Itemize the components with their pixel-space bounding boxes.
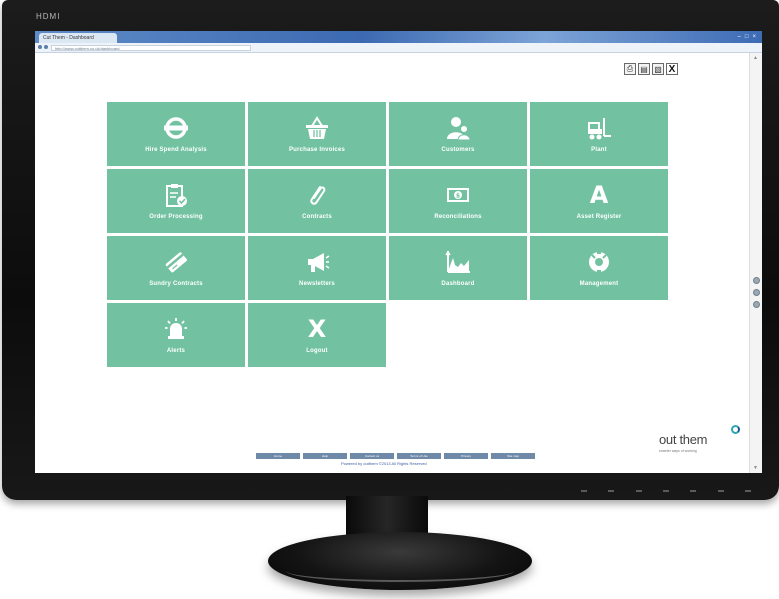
logo-tagline: smarter ways of working <box>659 449 697 453</box>
letter-a-icon: A <box>589 181 609 209</box>
svg-text:$: $ <box>456 193 460 200</box>
tile-order-processing[interactable]: Order Processing <box>107 169 245 233</box>
tile-alerts[interactable]: Alerts <box>107 303 245 367</box>
tile-newsletters[interactable]: Newsletters <box>248 236 386 300</box>
tile-reconciliations[interactable]: $ Reconciliations <box>389 169 527 233</box>
vertical-scrollbar[interactable]: ▲ ▼ <box>749 53 762 473</box>
tile-contracts[interactable]: Contracts <box>248 169 386 233</box>
footer-privacy-button[interactable]: Privacy <box>444 453 488 459</box>
monitor-button <box>717 490 724 492</box>
transport-roundel-icon <box>164 117 188 139</box>
paperclip-icon <box>310 186 326 205</box>
tile-label: Dashboard <box>441 281 475 287</box>
minimize-button[interactable]: – <box>738 33 741 41</box>
tile-dashboard[interactable]: Dashboard <box>389 236 527 300</box>
footer-contact-button[interactable]: Contact us <box>350 453 394 459</box>
monitor-stand-rim <box>286 560 514 582</box>
card-icon <box>165 252 187 273</box>
image-icon[interactable]: ▧ <box>652 63 664 75</box>
monitor-button <box>690 490 697 492</box>
monitor-button <box>581 490 587 492</box>
side-control-icon[interactable] <box>753 301 760 308</box>
dashboard-page: ⎙ ▤ ▧ X Hire Spend Analysis Purchase Inv… <box>35 53 750 473</box>
clipboard-check-icon <box>166 184 187 207</box>
forklift-icon <box>588 118 611 140</box>
monitor-button <box>662 490 669 492</box>
maximize-button[interactable]: □ <box>745 33 749 41</box>
close-window-button[interactable]: × <box>752 33 756 41</box>
tile-plant[interactable]: Plant <box>530 102 668 166</box>
monitor-button <box>635 490 642 492</box>
tile-label: Alerts <box>166 348 186 354</box>
tile-label: Contracts <box>302 214 332 220</box>
tile-asset-register[interactable]: A Asset Register <box>530 169 668 233</box>
letter-x-icon: X <box>307 315 327 343</box>
settings-wrench-icon <box>589 250 609 274</box>
logo-swirl-icon <box>731 425 740 434</box>
logo-text: out them <box>659 432 708 447</box>
tile-label: Customers <box>441 147 475 153</box>
page-tools: ⎙ ▤ ▧ X <box>624 63 678 75</box>
company-logo: out them smarter ways of working <box>659 425 741 453</box>
users-icon <box>447 117 471 141</box>
tile-label: Plant <box>591 147 607 153</box>
scroll-up-icon[interactable]: ▲ <box>753 55 758 61</box>
tile-customers[interactable]: Customers <box>389 102 527 166</box>
cash-icon: $ <box>447 188 469 202</box>
tile-label: Management <box>579 281 619 287</box>
browser-addressbar: http://www.cutthem.co.uk/dashboard <box>35 43 762 53</box>
footer-help-button[interactable]: Help <box>303 453 347 459</box>
megaphone-icon <box>308 253 330 272</box>
forward-icon[interactable] <box>44 45 48 49</box>
tile-logout[interactable]: X Logout <box>248 303 386 367</box>
close-icon[interactable]: X <box>666 63 678 75</box>
document-icon[interactable]: ▤ <box>638 63 650 75</box>
shopping-basket-icon <box>306 116 328 139</box>
browser-titlebar: Cut Them - Dashboard – □ × <box>35 31 762 43</box>
alarm-bell-icon <box>165 318 187 339</box>
print-icon[interactable]: ⎙ <box>624 63 636 75</box>
side-control-icon[interactable] <box>753 289 760 296</box>
tile-grid: Hire Spend Analysis Purchase Invoices Cu… <box>107 102 668 367</box>
window-controls: – □ × <box>738 33 756 41</box>
side-controls <box>753 277 760 308</box>
tile-label: Newsletters <box>299 281 335 287</box>
scroll-down-icon[interactable]: ▼ <box>753 465 758 471</box>
tile-management[interactable]: Management <box>530 236 668 300</box>
tile-label: Purchase Invoices <box>288 147 346 153</box>
tile-label: Logout <box>306 348 328 354</box>
tile-sundry-contracts[interactable]: Sundry Contracts <box>107 236 245 300</box>
footer-terms-button[interactable]: Terms of Use <box>397 453 441 459</box>
footer-home-button[interactable]: Home <box>256 453 300 459</box>
growth-chart-icon <box>445 250 470 273</box>
tile-hire-spend[interactable]: Hire Spend Analysis <box>107 102 245 166</box>
browser-window: Cut Them - Dashboard – □ × http://www.cu… <box>35 31 762 473</box>
footer-sitemap-button[interactable]: Site map <box>491 453 535 459</box>
monitor-button <box>608 490 615 492</box>
tile-label: Reconciliations <box>434 214 482 220</box>
footer-nav: Home Help Contact us Terms of Use Privac… <box>256 453 535 459</box>
tile-label: Sundry Contracts <box>149 281 203 287</box>
address-input[interactable]: http://www.cutthem.co.uk/dashboard <box>51 44 251 51</box>
monitor-bezel: HDMI Cut Them - Dashboard – □ × http://w… <box>2 0 779 500</box>
tile-label: Hire Spend Analysis <box>145 147 207 153</box>
monitor-buttons <box>581 486 751 496</box>
back-icon[interactable] <box>38 45 42 49</box>
tile-label: Order Processing <box>149 214 203 220</box>
tile-label: Asset Register <box>576 214 622 220</box>
monitor-button <box>744 490 751 492</box>
monitor-brand: HDMI <box>36 12 61 21</box>
tile-purchase-invoices[interactable]: Purchase Invoices <box>248 102 386 166</box>
side-control-icon[interactable] <box>753 277 760 284</box>
browser-tab[interactable]: Cut Them - Dashboard <box>39 33 117 43</box>
footer-copyright-link[interactable]: Powered by outthem ©2013 All Rights Rese… <box>341 461 427 466</box>
